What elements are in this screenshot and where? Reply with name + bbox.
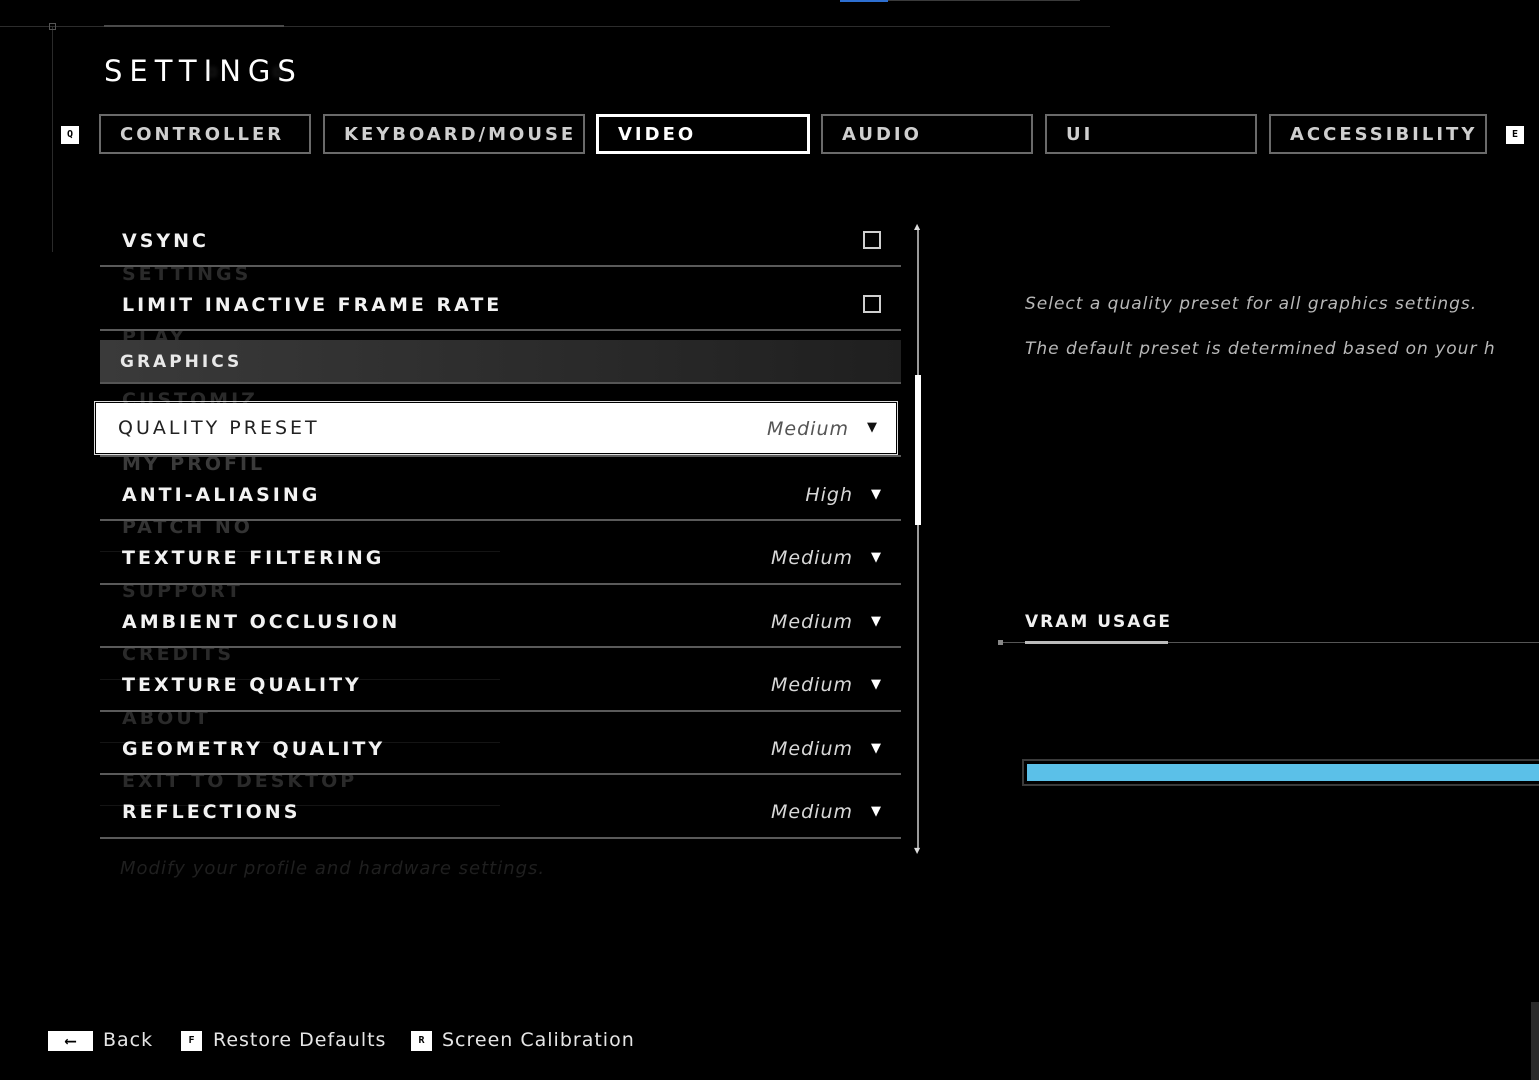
setting-value: High	[805, 484, 853, 506]
tab-accessibility[interactable]: ACCESSIBILITY	[1269, 114, 1487, 154]
tab-audio[interactable]: AUDIO	[821, 114, 1033, 154]
tab-controller[interactable]: CONTROLLER	[99, 114, 311, 154]
calibration-key-hint[interactable]: R	[411, 1031, 432, 1051]
frame-corner-dot	[49, 23, 56, 30]
section-label: GRAPHICS	[120, 352, 243, 372]
setting-value: Medium	[771, 674, 853, 696]
dropdown-caret-icon: ▼	[871, 487, 881, 502]
setting-label: TEXTURE FILTERING	[122, 547, 385, 569]
vsync-checkbox[interactable]	[863, 231, 881, 249]
row-divider	[100, 455, 901, 457]
dropdown-caret-icon: ▼	[871, 614, 881, 629]
top-accent-blue	[840, 0, 888, 2]
screen-calibration-button[interactable]: Screen Calibration	[442, 1029, 635, 1051]
section-header-graphics: GRAPHICS	[100, 340, 901, 384]
vram-usage-fill	[1027, 764, 1539, 781]
setting-value: Medium	[771, 801, 853, 823]
setting-row-reflections[interactable]: REFLECTIONS Medium ▼	[100, 779, 901, 839]
dropdown-caret-icon: ▼	[871, 741, 881, 756]
tab-ui[interactable]: UI	[1045, 114, 1257, 154]
scrollbar-thumb[interactable]	[915, 375, 921, 525]
description-line-1: Select a quality preset for all graphics…	[1025, 294, 1478, 314]
vram-divider-highlight	[1025, 641, 1168, 644]
setting-value: Medium	[771, 738, 853, 760]
title-ghost-decoration	[150, 60, 440, 86]
corner-decoration	[1531, 1002, 1539, 1080]
top-divider-highlight	[104, 25, 284, 27]
setting-label: VSYNC	[122, 230, 209, 252]
tab-next-key-hint[interactable]: E	[1506, 126, 1524, 144]
setting-value: Medium	[771, 611, 853, 633]
setting-row-texture-filtering[interactable]: TEXTURE FILTERING Medium ▼	[100, 525, 901, 585]
setting-row-quality-preset[interactable]: QUALITY PRESET Medium ▼	[94, 401, 898, 455]
setting-value: Medium	[771, 547, 853, 569]
dropdown-caret-icon: ▼	[871, 677, 881, 692]
left-frame-line	[52, 27, 53, 252]
setting-row-anti-aliasing[interactable]: ANTI-ALIASING High ▼	[100, 461, 901, 521]
vram-divider-dot	[998, 640, 1003, 645]
setting-row-geometry-quality[interactable]: GEOMETRY QUALITY Medium ▼	[100, 715, 901, 775]
scroll-down-arrow-icon[interactable]: ▼	[914, 846, 920, 855]
tab-keyboard-mouse[interactable]: KEYBOARD/MOUSE	[323, 114, 585, 154]
dropdown-caret-icon: ▼	[871, 804, 881, 819]
back-arrow-icon[interactable]: ⟵	[48, 1031, 93, 1051]
vram-usage-title: VRAM USAGE	[1025, 612, 1173, 632]
description-line-2: The default preset is determined based o…	[1025, 339, 1496, 359]
dropdown-caret-icon: ▼	[871, 550, 881, 565]
tab-video[interactable]: VIDEO	[596, 114, 810, 154]
setting-row-limit-inactive-frame-rate[interactable]: LIMIT INACTIVE FRAME RATE	[100, 271, 901, 331]
setting-label: LIMIT INACTIVE FRAME RATE	[122, 294, 503, 316]
scrollbar-track[interactable]	[917, 230, 919, 850]
tab-prev-key-hint[interactable]: Q	[61, 126, 79, 144]
setting-row-ambient-occlusion[interactable]: AMBIENT OCCLUSION Medium ▼	[100, 588, 901, 648]
restore-defaults-button[interactable]: Restore Defaults	[213, 1029, 386, 1051]
ghost-footer-text: Modify your profile and hardware setting…	[120, 858, 546, 879]
restore-key-hint[interactable]: F	[181, 1031, 202, 1051]
setting-value: Medium	[767, 418, 849, 440]
limit-inactive-checkbox[interactable]	[863, 295, 881, 313]
setting-label: ANTI-ALIASING	[122, 484, 321, 506]
setting-label: GEOMETRY QUALITY	[122, 738, 386, 760]
back-button[interactable]: Back	[103, 1029, 153, 1051]
setting-label: AMBIENT OCCLUSION	[122, 611, 401, 633]
dropdown-caret-icon: ▼	[867, 420, 877, 435]
setting-row-texture-quality[interactable]: TEXTURE QUALITY Medium ▼	[100, 652, 901, 712]
setting-label: QUALITY PRESET	[118, 417, 320, 439]
setting-row-vsync[interactable]: VSYNC	[100, 207, 901, 267]
top-accent-grey	[888, 0, 1080, 1]
setting-label: TEXTURE QUALITY	[122, 674, 362, 696]
setting-label: REFLECTIONS	[122, 801, 301, 823]
